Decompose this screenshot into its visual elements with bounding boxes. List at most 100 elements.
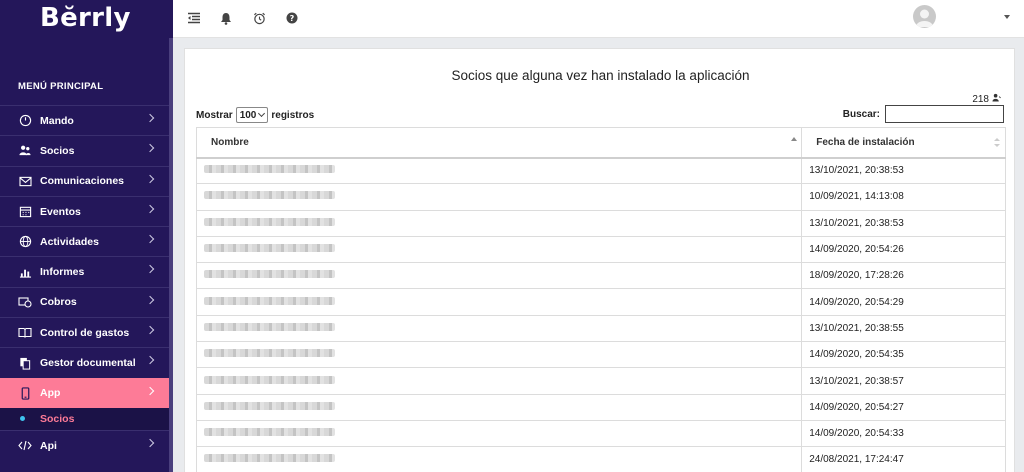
date-cell: 14/09/2020, 20:54:27 bbox=[801, 393, 1006, 421]
avatar[interactable] bbox=[913, 5, 936, 28]
page-length-control: Mostrar 100 registros bbox=[196, 107, 314, 123]
chevron-right-icon bbox=[145, 386, 155, 395]
chevron-right-icon bbox=[145, 144, 155, 153]
svg-text:?: ? bbox=[290, 14, 295, 23]
date-cell: 24/08/2021, 17:24:47 bbox=[801, 446, 1006, 472]
redacted-name bbox=[204, 191, 335, 200]
name-cell bbox=[195, 419, 803, 448]
redacted-name bbox=[204, 375, 335, 384]
date-cell: 14/09/2020, 20:54:26 bbox=[801, 235, 1006, 264]
column-header-fecha[interactable]: Fecha de instalación bbox=[801, 127, 1006, 159]
chevron-right-icon bbox=[145, 325, 155, 335]
sidebar-item-label: Actividades bbox=[40, 235, 99, 248]
sidebar-item-eventos[interactable]: Eventos bbox=[0, 195, 169, 226]
search-control: Buscar: bbox=[843, 105, 1004, 123]
column-header-nombre[interactable]: Nombre bbox=[195, 127, 803, 159]
sidebar-item-label: Comunicaciones bbox=[40, 175, 125, 188]
money-icon bbox=[18, 295, 32, 309]
table-row: 10/09/2021, 14:13:08 bbox=[195, 183, 1006, 211]
redacted-name bbox=[204, 244, 335, 253]
page-length-suffix: registros bbox=[271, 109, 315, 121]
sidebar-item-mando[interactable]: Mando bbox=[0, 105, 169, 135]
globe-icon bbox=[18, 235, 32, 249]
table-row: 14/09/2020, 20:54:29 bbox=[195, 288, 1006, 316]
chevron-right-icon bbox=[145, 438, 155, 448]
chevron-right-icon bbox=[145, 113, 155, 123]
search-label: Buscar: bbox=[842, 108, 880, 120]
date-cell: 13/10/2021, 20:38:57 bbox=[801, 367, 1006, 395]
member-count-value: 218 bbox=[972, 93, 989, 105]
chevron-right-icon bbox=[145, 265, 155, 274]
sidebar-item-label: Control de gastos bbox=[40, 326, 130, 339]
redacted-name bbox=[204, 217, 335, 226]
sidebar-item-label: Api bbox=[40, 439, 57, 452]
sidebar-item-gestor-documental[interactable]: Gestor documental bbox=[0, 347, 169, 377]
topbar: ? bbox=[173, 0, 1024, 38]
date-cell: 13/10/2021, 20:38:53 bbox=[801, 209, 1006, 237]
table-row: 13/10/2021, 20:38:53 bbox=[195, 156, 1006, 185]
menu-heading: MENÚ PRINCIPAL bbox=[18, 81, 104, 92]
help-icon[interactable]: ? bbox=[284, 10, 300, 26]
bell-icon[interactable] bbox=[218, 10, 234, 26]
sidebar-item-app[interactable]: App bbox=[0, 377, 169, 408]
installs-table: Nombre Fecha de instalación 13/10/2021, … bbox=[195, 127, 1006, 472]
date-cell: 14/09/2020, 20:54:33 bbox=[801, 419, 1006, 448]
sidebar-subitem-socios[interactable]: Socios bbox=[0, 407, 169, 430]
sidebar-item-label: Eventos bbox=[40, 205, 81, 218]
table-row: 13/10/2021, 20:38:55 bbox=[195, 314, 1006, 343]
sidebar-item-comunicaciones[interactable]: Comunicaciones bbox=[0, 165, 169, 196]
redacted-name bbox=[204, 349, 335, 358]
table-header-row: Nombre Fecha de instalación bbox=[195, 127, 1006, 159]
sidebar-item-socios[interactable]: Socios bbox=[0, 135, 169, 165]
sidebar: Bĕrrly MENÚ PRINCIPAL Mando Socios Comun… bbox=[0, 0, 173, 472]
search-input[interactable] bbox=[885, 105, 1004, 123]
menu-collapse-icon[interactable] bbox=[186, 10, 202, 26]
date-cell: 14/09/2020, 20:54:35 bbox=[801, 341, 1006, 369]
user-icon bbox=[992, 93, 1001, 105]
mail-icon bbox=[18, 174, 32, 188]
sort-asc-icon bbox=[791, 137, 798, 141]
sort-icon bbox=[994, 138, 1000, 148]
name-cell bbox=[195, 446, 803, 472]
page-length-prefix: Mostrar bbox=[196, 109, 233, 121]
sidebar-item-informes[interactable]: Informes bbox=[0, 256, 169, 286]
table-row: 14/09/2020, 20:54:27 bbox=[195, 393, 1006, 421]
date-cell: 18/09/2020, 17:28:26 bbox=[801, 262, 1006, 290]
sidebar-item-control-de-gastos[interactable]: Control de gastos bbox=[0, 317, 169, 347]
sidebar-menu: Mando Socios Comunicaciones Eventos Acti… bbox=[0, 105, 169, 460]
sidebar-item-label: Mando bbox=[40, 114, 74, 127]
column-header-label: Nombre bbox=[211, 136, 249, 148]
table-row: 13/10/2021, 20:38:57 bbox=[195, 367, 1006, 395]
documents-icon bbox=[18, 356, 32, 370]
sidebar-item-actividades[interactable]: Actividades bbox=[0, 226, 169, 256]
date-cell: 13/10/2021, 20:38:55 bbox=[801, 314, 1006, 343]
date-cell: 13/10/2021, 20:38:53 bbox=[801, 156, 1006, 185]
content-card: Socios que alguna vez han instalado la a… bbox=[184, 48, 1015, 472]
chart-icon bbox=[18, 265, 32, 279]
app-logo[interactable]: Bĕrrly bbox=[40, 3, 131, 33]
sidebar-item-label: Gestor documental bbox=[40, 357, 136, 370]
name-cell bbox=[195, 314, 803, 343]
name-cell bbox=[195, 156, 803, 185]
redacted-name bbox=[204, 270, 335, 279]
column-header-label: Fecha de instalación bbox=[816, 136, 915, 148]
users-icon bbox=[18, 144, 32, 158]
sidebar-item-api[interactable]: Api bbox=[0, 429, 169, 460]
name-cell bbox=[195, 183, 803, 211]
name-cell bbox=[195, 209, 803, 237]
sidebar-scrollbar[interactable] bbox=[169, 38, 173, 472]
alarm-icon[interactable] bbox=[251, 10, 267, 26]
date-cell: 14/09/2020, 20:54:29 bbox=[801, 288, 1006, 316]
chevron-right-icon bbox=[145, 174, 155, 183]
redacted-name bbox=[204, 322, 335, 331]
name-cell bbox=[195, 341, 803, 369]
sidebar-item-label: Socios bbox=[40, 144, 75, 157]
name-cell bbox=[195, 393, 803, 421]
dashboard-icon bbox=[18, 114, 32, 128]
sidebar-item-cobros[interactable]: Cobros bbox=[0, 286, 169, 317]
page-length-select[interactable]: 100 bbox=[235, 107, 269, 123]
user-menu-caret-icon[interactable] bbox=[1004, 15, 1010, 19]
redacted-name bbox=[204, 401, 335, 410]
table-row: 14/09/2020, 20:54:26 bbox=[195, 235, 1006, 264]
date-cell: 10/09/2021, 14:13:08 bbox=[801, 183, 1006, 211]
